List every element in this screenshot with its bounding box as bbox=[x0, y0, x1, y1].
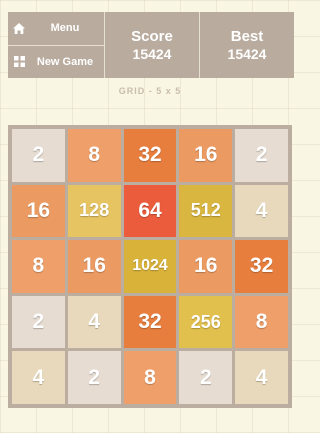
tile-r1-c1: 2 bbox=[12, 129, 65, 182]
menu-button[interactable]: Menu bbox=[8, 12, 104, 45]
tile-r3-c5: 32 bbox=[235, 240, 288, 293]
score-box: Score 15424 bbox=[104, 12, 199, 78]
tile-r1-c5: 2 bbox=[235, 129, 288, 182]
tile-r4-c1: 2 bbox=[12, 295, 65, 349]
tile-r1-c4: 16 bbox=[179, 129, 233, 182]
best-title: Best bbox=[230, 27, 264, 45]
header: Menu New Game Score 15424 Best 15424 bbox=[8, 12, 294, 78]
tile-r2-c4: 512 bbox=[179, 184, 233, 238]
tile-r4-c4: 256 bbox=[179, 295, 233, 349]
tile-r1-c2: 8 bbox=[67, 129, 121, 182]
score-title: Score bbox=[131, 27, 173, 45]
tile-r5-c1: 4 bbox=[12, 351, 65, 404]
tile-r2-c5: 4 bbox=[235, 184, 288, 238]
tile-r2-c2: 128 bbox=[67, 184, 121, 238]
tile-r4-c3: 32 bbox=[123, 295, 177, 349]
tile-r2-c3: 64 bbox=[123, 184, 177, 238]
tile-r1-c3: 32 bbox=[123, 129, 177, 182]
grid-icon bbox=[12, 55, 26, 69]
game-board[interactable]: 2 8 32 16 2 16 128 64 512 4 8 16 1024 16 32 2 4 32 256 8 4 2 8… bbox=[8, 125, 292, 408]
new-game-label: New Game bbox=[36, 55, 94, 68]
tile-r2-c1: 16 bbox=[12, 184, 65, 238]
best-value: 15424 bbox=[227, 45, 267, 62]
tile-r5-c5: 4 bbox=[235, 351, 288, 404]
new-game-button[interactable]: New Game bbox=[8, 44, 104, 78]
tile-r3-c2: 16 bbox=[67, 240, 121, 293]
tile-r4-c2: 4 bbox=[67, 295, 121, 349]
tile-r5-c2: 2 bbox=[67, 351, 121, 404]
tile-r5-c4: 2 bbox=[179, 351, 233, 404]
score-value: 15424 bbox=[132, 45, 172, 62]
tile-r3-c4: 16 bbox=[179, 240, 233, 293]
home-icon bbox=[12, 21, 26, 35]
best-box: Best 15424 bbox=[199, 12, 294, 78]
tile-r5-c3: 8 bbox=[123, 351, 177, 404]
grid-size-label: GRID - 5 x 5 bbox=[118, 86, 182, 96]
tile-r4-c5: 8 bbox=[235, 295, 288, 349]
menu-column: Menu New Game bbox=[8, 12, 104, 78]
tile-r3-c3: 1024 bbox=[123, 240, 177, 293]
menu-label: Menu bbox=[50, 22, 80, 35]
tile-r3-c1: 8 bbox=[12, 240, 65, 293]
